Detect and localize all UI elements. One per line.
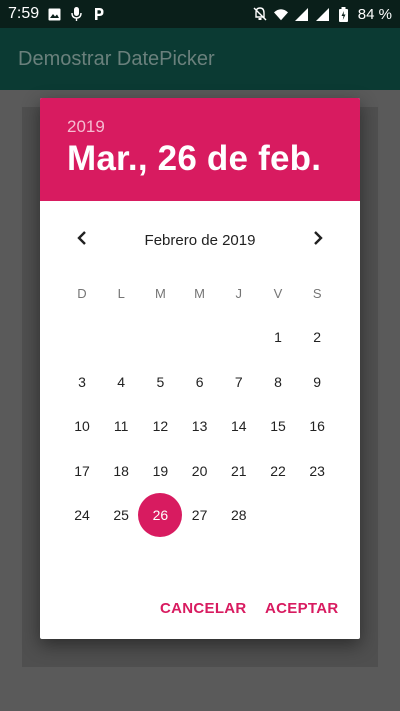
day-number: 26: [152, 507, 169, 524]
weekday-label: V: [273, 285, 283, 301]
weekday-label: D: [77, 285, 87, 301]
calendar-day[interactable]: 2: [295, 315, 339, 359]
day-number: 25: [113, 507, 129, 524]
day-number: 6: [195, 373, 204, 390]
day-number: 24: [74, 507, 90, 524]
day-number: 4: [117, 373, 126, 390]
mic-icon: [69, 7, 83, 21]
calendar-day[interactable]: 14: [217, 404, 261, 448]
calendar-day[interactable]: 19: [138, 449, 182, 493]
calendar-day[interactable]: 9: [295, 360, 339, 404]
calendar-day[interactable]: 21: [217, 449, 261, 493]
calendar-day[interactable]: 20: [178, 449, 222, 493]
calendar-day[interactable]: 7: [217, 360, 261, 404]
day-number: 8: [274, 373, 282, 390]
date-picker-dialog: 2019 Mar., 26 de feb. Febrero de 2019 DL…: [40, 98, 360, 639]
battery-percent: 84 %: [357, 5, 392, 23]
day-number: 15: [270, 418, 286, 435]
calendar-grid: 1 2 3 4 5 6 7 8 9 10 11 12 13 14 15 16 17 18 19 20 21 22 23 24 2…: [40, 315, 360, 545]
weekday-header: DLMMJVS: [40, 271, 360, 315]
day-number: 22: [270, 462, 286, 479]
status-bar: 7:59 84 %: [0, 0, 400, 28]
calendar-day[interactable]: 8: [256, 360, 300, 404]
status-left: 7:59: [8, 5, 105, 23]
day-number: 5: [156, 373, 165, 390]
signal-icon: [316, 7, 330, 21]
weekday-label: L: [117, 285, 125, 301]
day-number: 14: [231, 418, 247, 435]
calendar-day[interactable]: 3: [60, 360, 104, 404]
day-number: 9: [313, 373, 322, 390]
weekday-label: M: [154, 285, 166, 301]
status-right: 84 %: [253, 6, 392, 23]
day-number: 10: [74, 418, 90, 435]
day-number: 19: [152, 462, 169, 479]
calendar-day[interactable]: 22: [256, 449, 300, 493]
day-number: 21: [231, 462, 247, 479]
selected-day[interactable]: 26: [138, 493, 183, 538]
calendar-day[interactable]: 10: [60, 404, 104, 448]
calendar-day[interactable]: 18: [99, 449, 143, 493]
calendar-day[interactable]: 4: [99, 360, 143, 404]
day-number: 16: [309, 418, 325, 435]
day-number: 20: [191, 462, 208, 479]
calendar-day[interactable]: 12: [138, 404, 182, 448]
calendar-day[interactable]: 27: [178, 493, 222, 537]
image-icon: [47, 7, 61, 21]
weekday-label: S: [312, 285, 322, 301]
month-navigation: Febrero de 2019: [40, 201, 360, 271]
chevron-right-icon: [312, 230, 324, 251]
day-number: 3: [78, 373, 86, 390]
day-number: 28: [231, 507, 247, 524]
day-number: 12: [152, 418, 169, 435]
accept-button[interactable]: ACEPTAR: [265, 588, 339, 628]
calendar-day[interactable]: 23: [295, 449, 339, 493]
calendar-day[interactable]: 28: [217, 493, 261, 537]
calendar-day[interactable]: 25: [99, 493, 143, 537]
dialog-actions: CANCELAR ACEPTAR: [40, 588, 360, 628]
app-bar: Demostrar DatePicker: [0, 28, 400, 90]
weekday-label: J: [235, 285, 243, 301]
day-number: 18: [113, 462, 129, 479]
day-number: 13: [191, 418, 208, 435]
status-time: 7:59: [8, 5, 40, 22]
day-number: 17: [74, 462, 90, 479]
calendar-day[interactable]: 17: [60, 449, 104, 493]
day-number: 27: [191, 507, 208, 524]
calendar-day[interactable]: 1: [256, 315, 300, 359]
wifi-icon: [273, 7, 288, 21]
p-icon: [91, 7, 105, 21]
cancel-button[interactable]: CANCELAR: [160, 588, 247, 628]
weekday-label: M: [194, 285, 206, 301]
calendar-day[interactable]: 11: [99, 404, 143, 448]
day-number: 7: [234, 373, 243, 390]
signal-icon: [295, 7, 309, 21]
calendar-day[interactable]: 5: [138, 360, 182, 404]
dialog-header: 2019 Mar., 26 de feb.: [40, 98, 360, 201]
calendar-day[interactable]: 13: [178, 404, 222, 448]
battery-icon: [337, 6, 351, 22]
calendar-day[interactable]: 16: [295, 404, 339, 448]
calendar-day[interactable]: 15: [256, 404, 300, 448]
calendar-day[interactable]: 24: [60, 493, 104, 537]
day-number: 23: [309, 462, 325, 479]
header-year[interactable]: 2019: [67, 117, 360, 137]
header-selected-date[interactable]: Mar., 26 de feb.: [67, 139, 360, 179]
calendar-day[interactable]: 6: [178, 360, 222, 404]
app-title: Demostrar DatePicker: [18, 47, 215, 70]
day-number: 11: [113, 418, 129, 435]
next-month-button[interactable]: [303, 225, 333, 255]
bell-off-icon: [253, 7, 267, 21]
day-number: 1: [274, 329, 282, 345]
day-number: 2: [313, 329, 322, 345]
